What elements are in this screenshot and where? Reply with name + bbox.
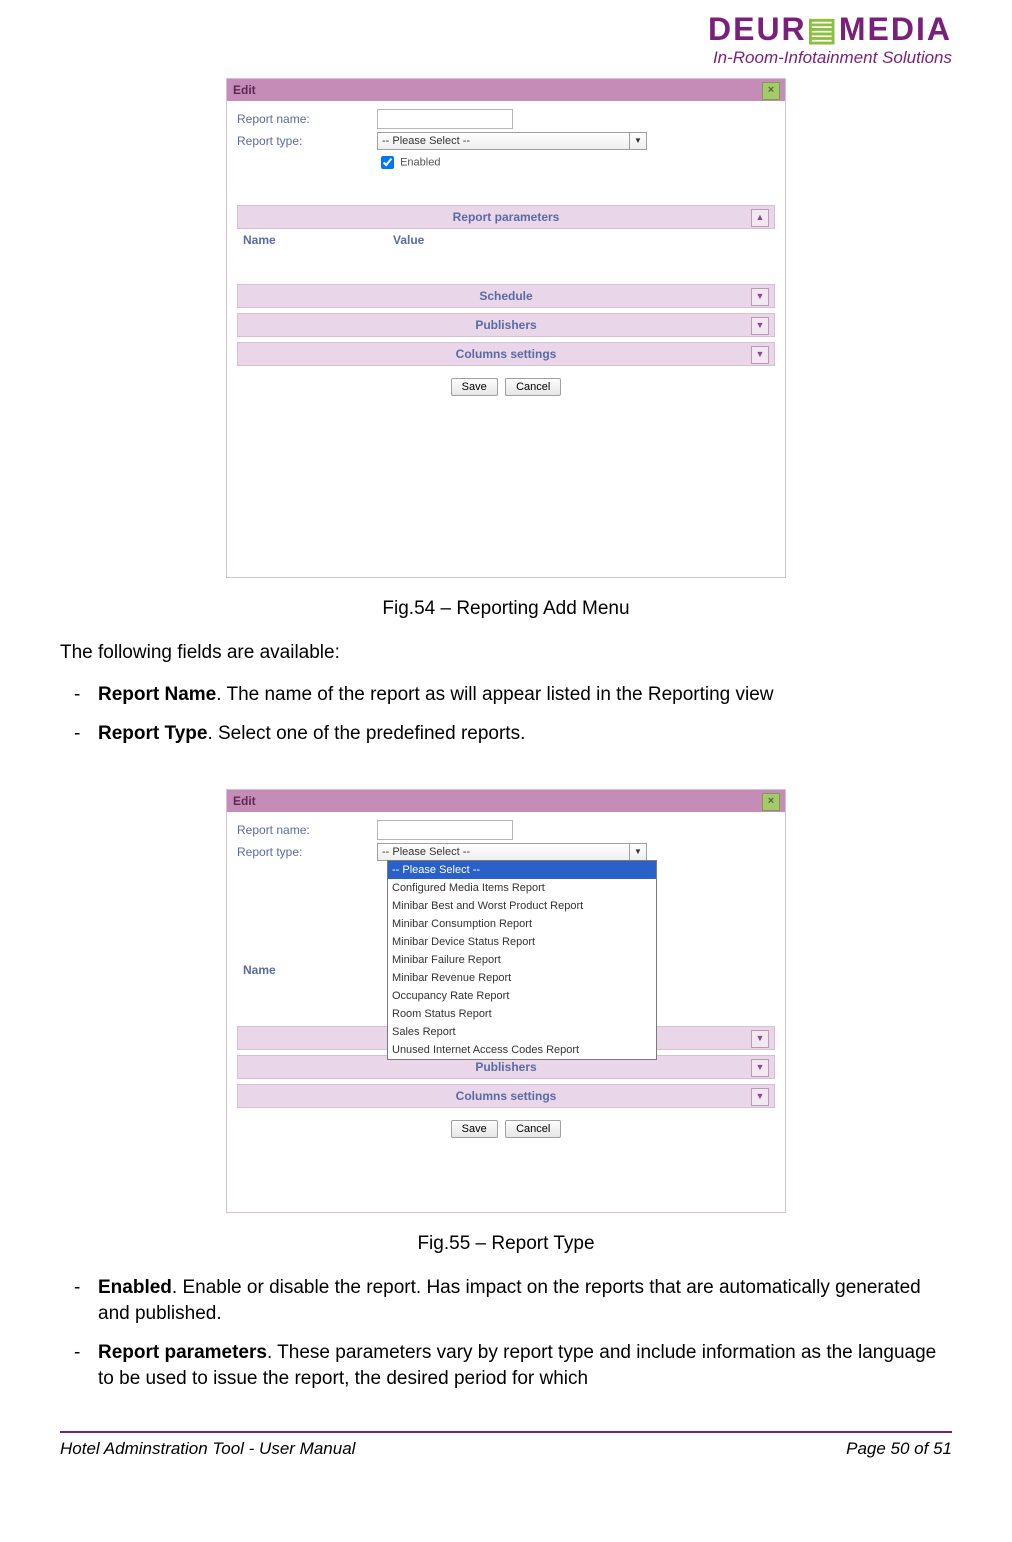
report-name-label: Report name:: [237, 112, 377, 126]
bold-term: Enabled: [98, 1277, 172, 1298]
chevron-down-icon: ▼: [629, 133, 646, 149]
cancel-button[interactable]: Cancel: [505, 378, 561, 396]
report-type-select[interactable]: -- Please Select -- ▼: [377, 132, 647, 150]
figure-55-screenshot: Edit × Report name: Report type: -- Plea…: [226, 789, 786, 1213]
dialog-titlebar: Edit ×: [227, 79, 785, 101]
select-value: -- Please Select --: [382, 135, 470, 147]
save-button[interactable]: Save: [451, 378, 498, 396]
dropdown-option[interactable]: Minibar Device Status Report: [388, 933, 656, 951]
dropdown-option[interactable]: Minibar Best and Worst Product Report: [388, 897, 656, 915]
bold-term: Report Name: [98, 684, 216, 705]
term-desc: . Select one of the predefined reports.: [207, 723, 525, 744]
dialog-title: Edit: [233, 794, 256, 808]
dropdown-option[interactable]: Minibar Failure Report: [388, 951, 656, 969]
columns-settings-section[interactable]: Columns settings ▼: [237, 1084, 775, 1108]
report-type-label: Report type:: [237, 134, 377, 148]
report-name-input[interactable]: [377, 820, 513, 840]
enabled-checkbox[interactable]: [381, 156, 394, 169]
report-type-select[interactable]: -- Please Select -- ▼: [377, 843, 647, 861]
schedule-section[interactable]: Schedule ▼: [237, 284, 775, 308]
logo-post: MEDIA: [839, 11, 952, 47]
enabled-label: Enabled: [400, 156, 440, 168]
bold-term: Report Type: [98, 723, 207, 744]
dialog-title: Edit: [233, 83, 256, 97]
dropdown-option[interactable]: Configured Media Items Report: [388, 879, 656, 897]
report-name-label: Report name:: [237, 823, 377, 837]
logo-icon: ▤: [807, 11, 839, 47]
fields-list-1: Report Name. The name of the report as w…: [60, 682, 952, 747]
cancel-button[interactable]: Cancel: [505, 1120, 561, 1138]
logo-pre: DEUR: [708, 11, 807, 47]
section-label: Publishers: [475, 1060, 536, 1074]
term-desc: . Enable or disable the report. Has impa…: [98, 1277, 921, 1324]
params-header-row: Name Value: [237, 229, 775, 251]
logo-subtitle: In-Room-Infotainment Solutions: [60, 48, 952, 68]
report-parameters-section[interactable]: Report parameters ▲: [237, 205, 775, 229]
dropdown-option[interactable]: Sales Report: [388, 1023, 656, 1041]
report-type-label: Report type:: [237, 845, 377, 859]
report-name-input[interactable]: [377, 109, 513, 129]
list-item: Report Name. The name of the report as w…: [74, 682, 952, 708]
chevron-down-icon: ▼: [629, 844, 646, 860]
list-item: Report parameters. These parameters vary…: [74, 1340, 952, 1391]
dropdown-option[interactable]: Minibar Revenue Report: [388, 969, 656, 987]
col-value: Value: [393, 233, 424, 247]
section-label: Report parameters: [453, 210, 560, 224]
section-label: Columns settings: [456, 347, 557, 361]
dropdown-option[interactable]: Room Status Report: [388, 1005, 656, 1023]
col-name: Name: [243, 963, 393, 977]
brand-logo: DEUR▤MEDIA In-Room-Infotainment Solution…: [60, 10, 952, 68]
publishers-section[interactable]: Publishers ▼: [237, 313, 775, 337]
columns-settings-section[interactable]: Columns settings ▼: [237, 342, 775, 366]
footer-right: Page 50 of 51: [846, 1439, 952, 1459]
dialog-titlebar: Edit ×: [227, 790, 785, 812]
dropdown-option[interactable]: Occupancy Rate Report: [388, 987, 656, 1005]
dropdown-option[interactable]: Minibar Consumption Report: [388, 915, 656, 933]
col-name: Name: [243, 233, 393, 247]
chevron-down-icon: ▼: [751, 317, 769, 335]
dropdown-option[interactable]: Unused Internet Access Codes Report: [388, 1041, 656, 1059]
chevron-up-icon: ▲: [751, 209, 769, 227]
select-value: -- Please Select --: [382, 846, 470, 858]
save-button[interactable]: Save: [451, 1120, 498, 1138]
chevron-down-icon: ▼: [751, 288, 769, 306]
chevron-down-icon: ▼: [751, 1088, 769, 1106]
chevron-down-icon: ▼: [751, 346, 769, 364]
list-item: Enabled. Enable or disable the report. H…: [74, 1275, 952, 1326]
chevron-down-icon: ▼: [751, 1059, 769, 1077]
term-desc: . The name of the report as will appear …: [216, 684, 773, 705]
figure-55-caption: Fig.55 – Report Type: [60, 1233, 952, 1255]
list-item: Report Type. Select one of the predefine…: [74, 721, 952, 747]
chevron-down-icon: ▼: [751, 1030, 769, 1048]
section-label: Publishers: [475, 318, 536, 332]
section-label: Columns settings: [456, 1089, 557, 1103]
figure-54-screenshot: Edit × Report name: Report type: -- Plea…: [226, 78, 786, 578]
page-footer: Hotel Adminstration Tool - User Manual P…: [60, 1431, 952, 1459]
section-label: Schedule: [479, 289, 532, 303]
report-type-dropdown: -- Please Select -- Configured Media Ite…: [387, 860, 657, 1060]
intro-text: The following fields are available:: [60, 640, 952, 666]
footer-left: Hotel Adminstration Tool - User Manual: [60, 1439, 355, 1459]
figure-54-caption: Fig.54 – Reporting Add Menu: [60, 598, 952, 620]
fields-list-2: Enabled. Enable or disable the report. H…: [60, 1275, 952, 1392]
dropdown-option[interactable]: -- Please Select --: [388, 861, 656, 879]
close-icon[interactable]: ×: [762, 793, 780, 811]
bold-term: Report parameters: [98, 1342, 267, 1363]
close-icon[interactable]: ×: [762, 82, 780, 100]
